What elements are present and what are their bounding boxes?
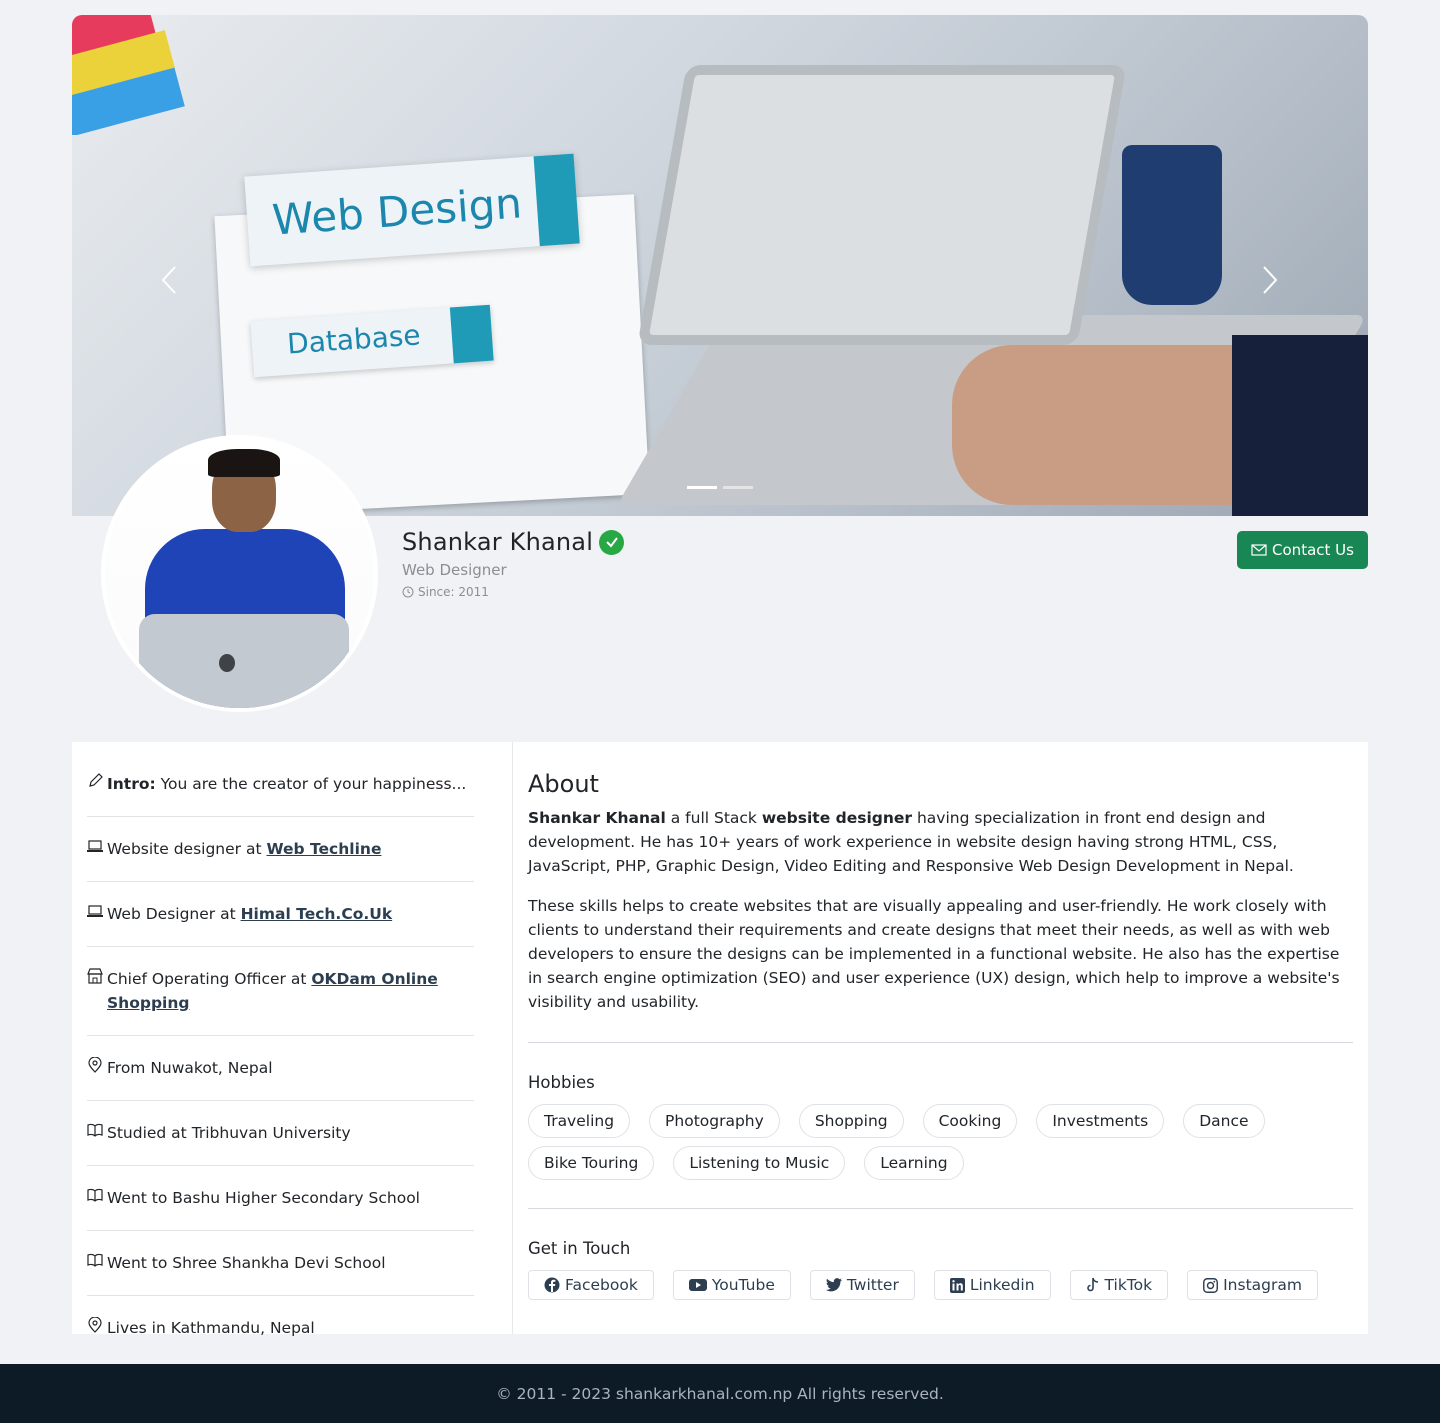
profile-avatar <box>101 435 378 712</box>
carousel-indicator-1[interactable] <box>687 486 717 489</box>
books-illustration <box>72 15 185 135</box>
shop-icon <box>87 967 107 991</box>
hobby-chip[interactable]: Learning <box>864 1146 964 1180</box>
info-work-2: Web Designer at Himal Tech.Co.Uk <box>87 882 474 947</box>
carousel-indicators <box>687 486 753 489</box>
divider <box>528 1208 1353 1209</box>
coffee-mug <box>1122 145 1222 305</box>
geo-pin-icon <box>87 1316 107 1340</box>
youtube-link[interactable]: YouTube <box>672 1270 791 1300</box>
linkedin-label: Linkedin <box>969 1276 1035 1294</box>
instagram-label: Instagram <box>1223 1276 1302 1294</box>
carousel-next-button[interactable] <box>1258 263 1282 297</box>
info-education-2: Went to Bashu Higher Secondary School <box>87 1166 474 1231</box>
chevron-left-icon <box>161 266 176 294</box>
profile-name: Shankar Khanal <box>402 528 594 556</box>
footer-copyright: © 2011 - 2023 shankarkhanal.com.np All r… <box>496 1384 944 1403</box>
twitter-icon <box>825 1278 842 1292</box>
pencil-icon <box>87 772 107 796</box>
linkedin-icon <box>949 1277 965 1293</box>
hobbies-list: Traveling Photography Shopping Cooking I… <box>528 1104 1328 1180</box>
clock-icon <box>402 586 414 598</box>
profile-since: Since: 2011 <box>402 585 489 599</box>
youtube-label: YouTube <box>711 1276 775 1294</box>
hobby-chip[interactable]: Shopping <box>798 1104 904 1138</box>
hobby-chip[interactable]: Cooking <box>922 1104 1018 1138</box>
about-p1-mid: a full Stack <box>665 809 762 827</box>
profile-details-card: Intro: You are the creator of your happi… <box>72 742 1368 1337</box>
laptop-screen <box>637 65 1127 345</box>
twitter-label: Twitter <box>846 1276 899 1294</box>
hobby-chip[interactable]: Traveling <box>528 1104 631 1138</box>
contact-us-label: Contact Us <box>1272 541 1354 559</box>
about-role: website designer <box>761 809 913 827</box>
info-work-1: Website designer at Web Techline <box>87 817 474 882</box>
geo-pin-icon <box>87 1056 107 1080</box>
social-links: Facebook YouTube Twitter Linkedin TikTok… <box>528 1270 1353 1300</box>
education-1-text: Studied at Tribhuvan University <box>107 1124 351 1142</box>
profile-name-row: Shankar Khanal <box>402 528 625 556</box>
divider <box>528 1042 1353 1043</box>
about-title: About <box>528 770 599 798</box>
hobby-chip[interactable]: Photography <box>649 1104 780 1138</box>
about-name: Shankar Khanal <box>528 809 666 827</box>
since-text: Since: 2011 <box>418 585 489 599</box>
suit-sleeve <box>1232 335 1368 516</box>
from-text: From Nuwakot, Nepal <box>107 1059 273 1077</box>
about-column: About Shankar Khanal a full Stack websit… <box>513 742 1368 1334</box>
laptop-icon <box>87 837 107 861</box>
info-education-1: Studied at Tribhuvan University <box>87 1101 474 1166</box>
chevron-right-icon <box>1263 266 1278 294</box>
instagram-icon <box>1203 1277 1219 1293</box>
intro-text: You are the creator of your happiness... <box>155 775 467 793</box>
hobby-chip[interactable]: Investments <box>1036 1104 1165 1138</box>
tiktok-link[interactable]: TikTok <box>1069 1270 1169 1300</box>
book-icon <box>87 1251 107 1275</box>
linkedin-link[interactable]: Linkedin <box>933 1270 1051 1300</box>
info-column: Intro: You are the creator of your happi… <box>72 742 513 1337</box>
laptop-icon <box>87 902 107 926</box>
verified-badge-icon <box>599 529 625 555</box>
work-1-text: Website designer at <box>107 840 267 858</box>
about-paragraph-2: These skills helps to create websites th… <box>528 897 1340 1011</box>
work-3-text: Chief Operating Officer at <box>107 970 312 988</box>
footer: © 2011 - 2023 shankarkhanal.com.np All r… <box>0 1364 1440 1423</box>
hobby-chip[interactable]: Dance <box>1183 1104 1265 1138</box>
avatar-photo <box>105 439 374 708</box>
info-work-3: Chief Operating Officer at OKDam Online … <box>87 947 474 1036</box>
intro-label: Intro: <box>107 775 156 793</box>
info-from: From Nuwakot, Nepal <box>87 1036 474 1101</box>
youtube-icon <box>688 1279 707 1291</box>
work-2-text: Web Designer at <box>107 905 241 923</box>
hobbies-title: Hobbies <box>528 1073 595 1092</box>
contact-us-button[interactable]: Contact Us <box>1237 531 1368 569</box>
lives-text: Lives in Kathmandu, Nepal <box>107 1319 315 1337</box>
info-education-3: Went to Shree Shankha Devi School <box>87 1231 474 1296</box>
hobby-chip[interactable]: Bike Touring <box>528 1146 655 1180</box>
about-paragraph-1: Shankar Khanal a full Stack website desi… <box>528 806 1353 878</box>
facebook-icon <box>544 1277 560 1293</box>
education-3-text: Went to Shree Shankha Devi School <box>107 1254 386 1272</box>
hobby-chip[interactable]: Listening to Music <box>673 1146 846 1180</box>
work-2-link[interactable]: Himal Tech.Co.Uk <box>241 905 393 923</box>
work-1-link[interactable]: Web Techline <box>266 840 381 858</box>
education-2-text: Went to Bashu Higher Secondary School <box>107 1189 420 1207</box>
tiktok-icon <box>1086 1277 1098 1292</box>
facebook-label: Facebook <box>565 1276 638 1294</box>
facebook-link[interactable]: Facebook <box>528 1270 654 1300</box>
instagram-link[interactable]: Instagram <box>1187 1270 1318 1300</box>
twitter-link[interactable]: Twitter <box>809 1270 915 1300</box>
info-lives: Lives in Kathmandu, Nepal <box>87 1296 474 1360</box>
tiktok-label: TikTok <box>1104 1276 1153 1294</box>
carousel-indicator-2[interactable] <box>723 486 753 489</box>
carousel-prev-button[interactable] <box>157 263 181 297</box>
profile-role: Web Designer <box>402 561 507 579</box>
envelope-icon <box>1251 544 1267 556</box>
book-icon <box>87 1121 107 1145</box>
get-in-touch-title: Get in Touch <box>528 1239 631 1258</box>
info-intro: Intro: You are the creator of your happi… <box>87 742 474 817</box>
book-icon <box>87 1186 107 1210</box>
